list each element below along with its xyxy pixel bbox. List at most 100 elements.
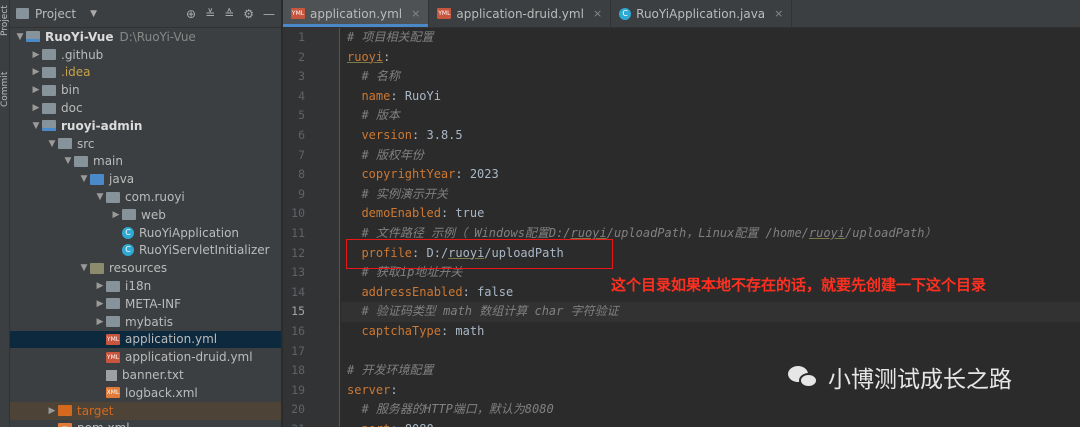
- close-icon[interactable]: ×: [593, 7, 602, 20]
- tree-item[interactable]: ▼ java: [10, 170, 281, 188]
- tree-item[interactable]: ▶ i18n: [10, 277, 281, 295]
- chevron-down-icon[interactable]: ▼: [62, 156, 74, 166]
- chevron-right-icon[interactable]: ▶: [46, 406, 58, 416]
- chevron-right-icon[interactable]: ▶: [30, 103, 42, 113]
- tree-item-label: mybatis: [125, 314, 174, 329]
- wechat-icon: [788, 364, 820, 390]
- tree-item[interactable]: C RuoYiApplication: [10, 224, 281, 242]
- tree-item[interactable]: ▼ ruoyi-admin: [10, 117, 281, 135]
- line-number: 1: [298, 30, 305, 44]
- collapse-all-icon[interactable]: ≙: [224, 7, 234, 21]
- tree-item[interactable]: XML logback.xml: [10, 384, 281, 402]
- tree-item[interactable]: ▶ doc: [10, 99, 281, 117]
- code-line[interactable]: captchaType: math: [341, 322, 1080, 342]
- tree-item[interactable]: banner.txt: [10, 366, 281, 384]
- code-line[interactable]: [341, 342, 1080, 362]
- hide-panel-icon[interactable]: —: [263, 7, 275, 21]
- class-icon: C: [122, 244, 134, 257]
- tree-item[interactable]: ▶ bin: [10, 81, 281, 99]
- chevron-right-icon[interactable]: ▶: [30, 50, 42, 60]
- tree-item[interactable]: ▶ META-INF: [10, 295, 281, 313]
- code-line[interactable]: demoEnabled: true: [341, 204, 1080, 224]
- project-panel-header: Project ▼ ⊕ ≚ ≙ ⚙ —: [10, 0, 281, 28]
- tree-item-label: application.yml: [125, 332, 218, 347]
- code-line[interactable]: # 验证码类型 math 数组计算 char 字符验证: [341, 302, 1080, 322]
- chevron-down-icon[interactable]: ▼: [30, 121, 42, 131]
- code-line[interactable]: # 名称: [341, 67, 1080, 87]
- module-icon: [26, 31, 40, 43]
- chevron-right-icon[interactable]: ▶: [30, 85, 42, 95]
- locate-file-icon[interactable]: ⊕: [186, 7, 196, 21]
- line-number: 18: [291, 363, 305, 378]
- tree-item[interactable]: YML application.yml: [10, 330, 281, 349]
- tree-item[interactable]: ▼ RuoYi-Vue D:\RuoYi-Vue: [10, 28, 281, 46]
- folder-icon: [42, 66, 56, 78]
- project-tree: ▼ RuoYi-Vue D:\RuoYi-Vue ▶ .github ▶ .idea ▶ bin…: [10, 28, 281, 427]
- editor-area: YML application.yml × YML application-druid.…: [283, 0, 1080, 427]
- chevron-right-icon[interactable]: ▶: [94, 281, 106, 291]
- project-panel: Project ▼ ⊕ ≚ ≙ ⚙ — ▼ RuoYi-Vue D:\RuoYi-V…: [10, 0, 282, 427]
- tree-item-label: META-INF: [125, 296, 182, 311]
- line-number: 10: [291, 206, 305, 221]
- tree-item[interactable]: ▶ mybatis: [10, 313, 281, 331]
- class-icon: C: [122, 226, 134, 239]
- chevron-right-icon[interactable]: ▶: [30, 67, 42, 77]
- tree-item[interactable]: ▶ .github: [10, 46, 281, 64]
- tree-item[interactable]: m pom.xml: [10, 420, 281, 427]
- tree-item[interactable]: ▼ com.ruoyi: [10, 188, 281, 206]
- line-number: 14: [291, 284, 305, 299]
- tree-item[interactable]: ▶ .idea: [10, 64, 281, 82]
- editor-tab[interactable]: YML application-druid.yml ×: [429, 0, 612, 27]
- code-line[interactable]: # 版本: [341, 106, 1080, 126]
- xml-file-icon: XML: [106, 387, 120, 399]
- line-number: 19: [291, 382, 305, 397]
- chevron-right-icon[interactable]: ▶: [94, 299, 106, 309]
- code-line[interactable]: port: 8080: [341, 420, 1080, 427]
- tree-item-label: i18n: [125, 279, 152, 294]
- chevron-down-icon[interactable]: ▼: [90, 9, 97, 19]
- code-line[interactable]: # 服务器的HTTP端口，默认为8080: [341, 400, 1080, 420]
- tree-item-label: application-druid.yml: [125, 350, 253, 365]
- tree-item[interactable]: ▼ main: [10, 153, 281, 171]
- project-panel-title[interactable]: Project: [35, 7, 76, 21]
- folder-icon: [106, 316, 120, 328]
- close-icon[interactable]: ×: [774, 7, 783, 20]
- code-line[interactable]: # 实例演示开关: [341, 185, 1080, 205]
- editor-tab-label: application-druid.yml: [456, 6, 584, 21]
- chevron-right-icon[interactable]: ▶: [94, 317, 106, 327]
- chevron-down-icon[interactable]: ▼: [46, 139, 58, 149]
- tree-item-label: target: [77, 403, 114, 418]
- tree-item[interactable]: ▶ web: [10, 206, 281, 224]
- profile-highlight-box: [346, 239, 613, 269]
- tree-item-label: src: [77, 136, 95, 151]
- tree-item[interactable]: ▼ resources: [10, 259, 281, 277]
- tree-item-label: RuoYiApplication: [139, 225, 240, 240]
- editor-tab[interactable]: YML application.yml ×: [283, 0, 430, 27]
- code-line[interactable]: ruoyi:: [341, 48, 1080, 68]
- close-icon[interactable]: ×: [411, 7, 420, 20]
- tree-item[interactable]: ▼ src: [10, 135, 281, 153]
- code-line[interactable]: version: 3.8.5: [341, 126, 1080, 146]
- folder-icon: [106, 280, 120, 292]
- package-icon: [122, 209, 136, 221]
- editor-tab[interactable]: C RuoYiApplication.java ×: [611, 0, 793, 27]
- tree-item[interactable]: YML application-druid.yml: [10, 348, 281, 366]
- tree-item-label: web: [141, 207, 166, 222]
- tree-item[interactable]: ▶ target: [10, 401, 281, 420]
- code-line[interactable]: copyrightYear: 2023: [341, 165, 1080, 185]
- chevron-down-icon[interactable]: ▼: [78, 263, 90, 273]
- project-tool-button[interactable]: Project: [0, 4, 10, 38]
- folder-icon: [42, 102, 56, 114]
- gear-icon[interactable]: ⚙: [243, 7, 254, 21]
- code-line[interactable]: # 项目相关配置: [341, 28, 1080, 48]
- commit-tool-button[interactable]: Commit: [0, 66, 10, 112]
- chevron-down-icon[interactable]: ▼: [78, 174, 90, 184]
- resources-folder-icon: [90, 262, 104, 274]
- chevron-right-icon[interactable]: ▶: [110, 210, 122, 220]
- chevron-down-icon[interactable]: ▼: [14, 32, 26, 42]
- expand-all-icon[interactable]: ≚: [205, 7, 215, 21]
- tree-item[interactable]: C RuoYiServletInitializer: [10, 242, 281, 260]
- code-line[interactable]: name: RuoYi: [341, 87, 1080, 107]
- chevron-down-icon[interactable]: ▼: [94, 192, 106, 202]
- code-line[interactable]: # 版权年份: [341, 146, 1080, 166]
